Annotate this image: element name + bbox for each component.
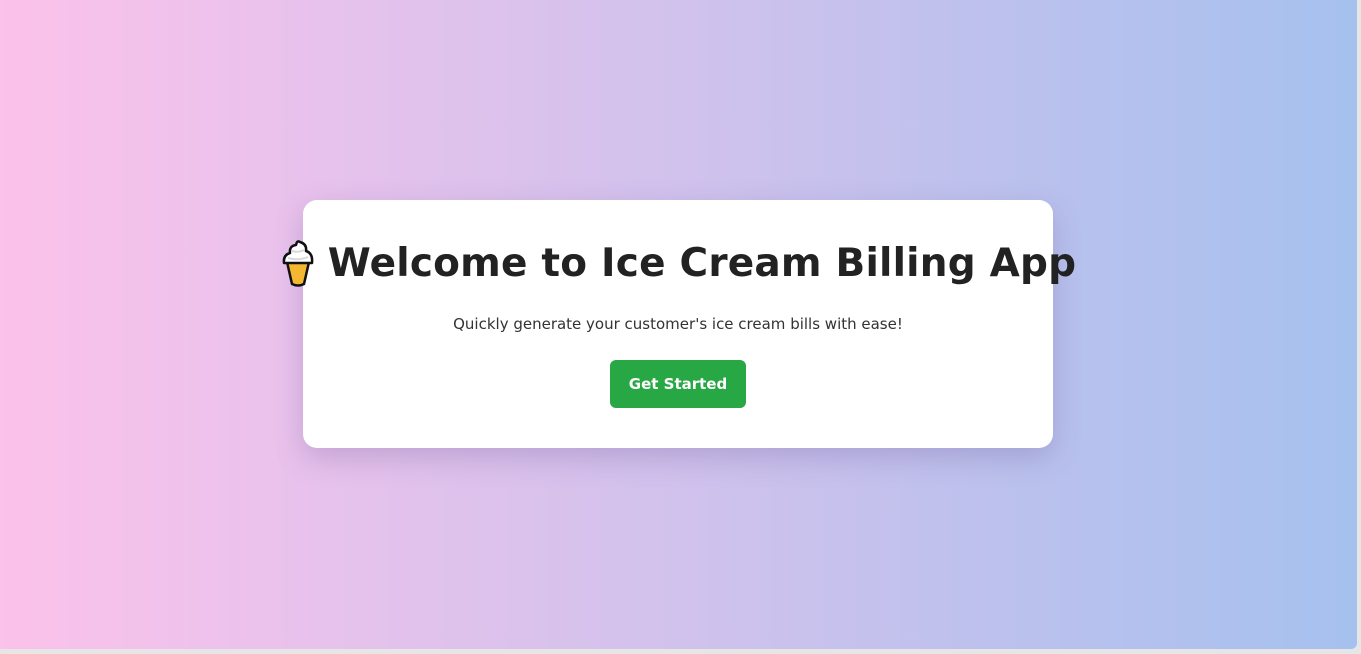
window-edge xyxy=(1357,0,1361,654)
ice-cream-cone-icon xyxy=(280,238,316,288)
page-title: Welcome to Ice Cream Billing App xyxy=(327,240,1077,286)
subtitle-text: Quickly generate your customer's ice cre… xyxy=(453,315,903,333)
welcome-card: Welcome to Ice Cream Billing App Quickly… xyxy=(282,200,1076,448)
get-started-button[interactable]: Get Started xyxy=(610,360,746,408)
app-window: Welcome to Ice Cream Billing App Quickly… xyxy=(0,0,1357,649)
title-row: Welcome to Ice Cream Billing App xyxy=(282,238,1076,288)
